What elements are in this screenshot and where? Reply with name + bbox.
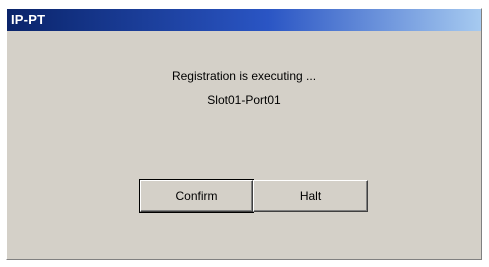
title-bar[interactable]: IP-PT [7, 9, 481, 31]
confirm-button[interactable]: Confirm [139, 179, 254, 213]
slot-port-label: Slot01-Port01 [207, 93, 281, 107]
window-title: IP-PT [11, 12, 46, 27]
status-message: Registration is executing ... [171, 69, 317, 83]
dialog-window: IP-PT Registration is executing ... Slot… [6, 8, 482, 260]
halt-button[interactable]: Halt [253, 180, 368, 212]
